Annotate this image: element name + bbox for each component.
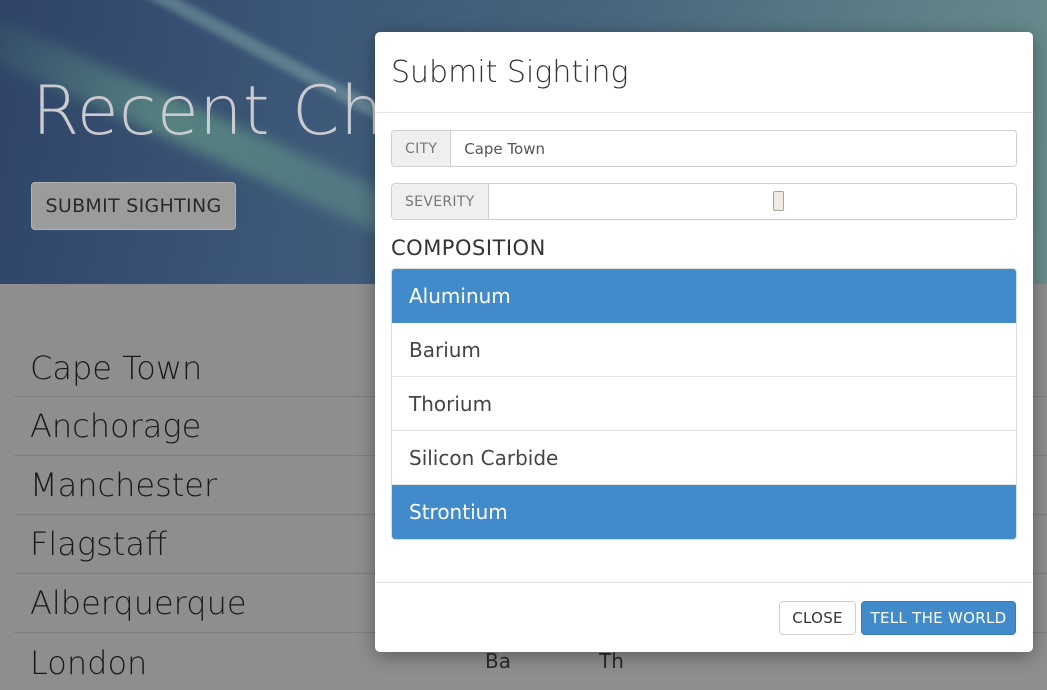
modal-header: Submit Sighting	[375, 32, 1033, 113]
option-label: Barium	[409, 337, 481, 362]
severity-slider[interactable]	[488, 184, 1016, 219]
option-label: Thorium	[409, 391, 493, 416]
composition-option[interactable]: Aluminum	[392, 269, 1016, 323]
submit-sighting-button[interactable]: SUBMIT SIGHTING	[31, 182, 236, 230]
composition-option[interactable]: Strontium	[392, 485, 1016, 539]
tell-the-world-button[interactable]: TELL THE WORLD	[861, 601, 1016, 635]
composition-option[interactable]: Barium	[392, 323, 1016, 377]
page-title: Recent Che	[32, 72, 427, 151]
option-label: Silicon Carbide	[409, 445, 559, 470]
city-name: Flagstaff	[30, 525, 167, 563]
modal-body: CITY Cape Town SEVERITY COMPOSITION Alum…	[375, 113, 1033, 540]
city-name: Cape Town	[30, 348, 203, 387]
city-input[interactable]: Cape Town	[451, 131, 1016, 166]
modal-footer: CLOSE TELL THE WORLD	[375, 582, 1033, 652]
close-button[interactable]: CLOSE	[779, 601, 856, 635]
composition-cell: Th	[599, 649, 624, 673]
composition-option[interactable]: Silicon Carbide	[392, 431, 1016, 485]
city-name: London	[30, 643, 148, 682]
option-label: Aluminum	[409, 283, 511, 308]
severity-input-group: SEVERITY	[391, 183, 1017, 220]
modal-title: Submit Sighting	[391, 54, 629, 90]
submit-sighting-modal: Submit Sighting CITY Cape Town SEVERITY …	[375, 32, 1033, 652]
city-name: Manchester	[30, 466, 218, 504]
severity-label: SEVERITY	[392, 184, 489, 219]
city-input-group: CITY Cape Town	[391, 130, 1017, 167]
composition-select[interactable]: Aluminum Barium Thorium Silicon Carbide …	[391, 268, 1017, 540]
city-name: Alberquerque	[30, 584, 247, 622]
composition-cell: Ba	[485, 649, 511, 673]
composition-label: COMPOSITION	[391, 236, 546, 260]
city-label: CITY	[392, 131, 452, 166]
city-name: Anchorage	[30, 407, 202, 445]
composition-option[interactable]: Thorium	[392, 377, 1016, 431]
slider-thumb[interactable]	[772, 191, 784, 211]
option-label: Strontium	[409, 500, 508, 524]
